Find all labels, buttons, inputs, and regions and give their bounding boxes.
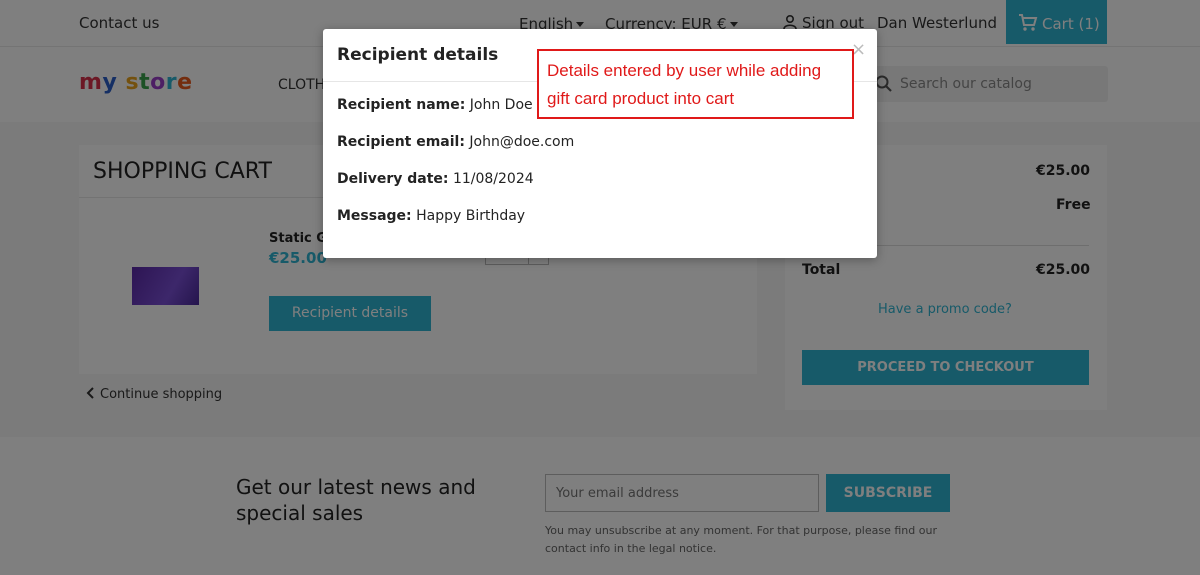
- delivery-date-row: Delivery date: 11/08/2024: [337, 171, 534, 187]
- recipient-name-value: John Doe: [469, 97, 533, 113]
- recipient-email-row: Recipient email: John@doe.com: [337, 134, 574, 150]
- message-label: Message:: [337, 208, 412, 224]
- recipient-email-label: Recipient email:: [337, 134, 465, 150]
- delivery-date-label: Delivery date:: [337, 171, 449, 187]
- annotation-callout: Details entered by user while adding gif…: [537, 49, 854, 119]
- recipient-name-label: Recipient name:: [337, 97, 466, 113]
- recipient-name-row: Recipient name: John Doe: [337, 97, 533, 113]
- modal-title: Recipient details: [337, 45, 499, 65]
- delivery-date-value: 11/08/2024: [452, 171, 534, 187]
- message-value: Happy Birthday: [416, 208, 526, 224]
- message-row: Message: Happy Birthday: [337, 208, 525, 224]
- recipient-email-value: John@doe.com: [469, 134, 575, 150]
